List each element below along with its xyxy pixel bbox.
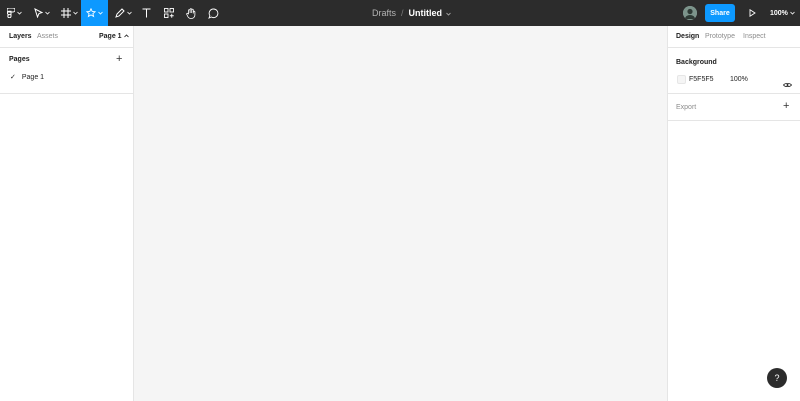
- text-tool-button[interactable]: [139, 0, 153, 26]
- present-button[interactable]: [746, 0, 758, 26]
- pen-tool-button[interactable]: [112, 0, 134, 26]
- page-selector-label: Page 1: [99, 33, 122, 40]
- hand-tool-button[interactable]: [184, 0, 198, 26]
- help-button[interactable]: ?: [767, 368, 787, 388]
- right-panel-tabs: Design Prototype Inspect: [668, 26, 800, 48]
- add-page-plus-icon[interactable]: +: [116, 54, 122, 65]
- chevron-down-icon: [98, 11, 103, 15]
- chevron-down-icon[interactable]: [446, 8, 451, 18]
- resources-button[interactable]: [162, 0, 176, 26]
- tab-layers[interactable]: Layers: [9, 33, 32, 40]
- add-export-plus-icon[interactable]: +: [783, 101, 789, 112]
- pages-title: Pages: [9, 56, 30, 63]
- background-section: Background F5F5F5 100%: [668, 48, 800, 94]
- background-hex-input[interactable]: F5F5F5: [689, 76, 714, 83]
- canvas[interactable]: [134, 26, 667, 401]
- chevron-down-icon: [72, 11, 78, 15]
- tab-design[interactable]: Design: [676, 33, 699, 40]
- chevron-down-icon: [16, 11, 22, 15]
- star-icon: [86, 8, 96, 18]
- frame-tool-button[interactable]: [58, 0, 80, 26]
- comment-icon: [207, 8, 219, 19]
- breadcrumb-drafts-link[interactable]: Drafts: [372, 8, 396, 18]
- page-list-item-label: Page 1: [21, 73, 45, 81]
- tab-assets[interactable]: Assets: [37, 33, 58, 40]
- shape-tool-button[interactable]: [81, 0, 108, 26]
- right-panel: Design Prototype Inspect Background F5F5…: [667, 26, 800, 401]
- visibility-eye-icon[interactable]: [783, 75, 792, 93]
- main-menu-button[interactable]: [4, 0, 24, 26]
- export-title: Export: [676, 104, 697, 111]
- chevron-down-icon: [790, 10, 795, 17]
- background-opacity-input[interactable]: 100%: [730, 76, 748, 83]
- pages-section: Pages + ✓ Page 1: [0, 48, 133, 94]
- tab-prototype[interactable]: Prototype: [705, 33, 735, 40]
- breadcrumb: Drafts / Untitled: [372, 0, 451, 26]
- checkmark-icon: ✓: [10, 74, 16, 81]
- share-button[interactable]: Share: [705, 4, 735, 22]
- left-panel-tabs: Layers Assets Page 1: [0, 26, 133, 48]
- file-title[interactable]: Untitled: [409, 8, 443, 18]
- move-tool-button[interactable]: [31, 0, 53, 26]
- page-selector[interactable]: Page 1: [99, 33, 129, 40]
- hand-icon: [186, 7, 196, 19]
- chevron-down-icon: [126, 11, 132, 15]
- chevron-down-icon: [45, 11, 50, 15]
- frame-hash-icon: [60, 8, 71, 18]
- breadcrumb-separator: /: [401, 8, 404, 18]
- pen-icon: [114, 8, 125, 18]
- background-title: Background: [676, 59, 717, 66]
- tab-inspect[interactable]: Inspect: [743, 33, 766, 40]
- export-section: Export +: [668, 94, 800, 121]
- left-panel: Layers Assets Page 1 Pages + ✓ Page 1: [0, 26, 134, 401]
- text-icon: [142, 8, 151, 18]
- figma-logo-icon: [6, 8, 15, 18]
- resources-icon: [164, 8, 174, 18]
- comment-tool-button[interactable]: [206, 0, 220, 26]
- background-color-swatch[interactable]: [677, 75, 686, 84]
- play-icon: [749, 4, 756, 22]
- zoom-label: 100%: [770, 9, 788, 17]
- zoom-control[interactable]: 100%: [770, 0, 795, 26]
- top-toolbar: Drafts / Untitled Share 100%: [0, 0, 800, 26]
- cursor-icon: [34, 8, 43, 18]
- page-list-item[interactable]: ✓ Page 1: [10, 73, 45, 82]
- chevron-up-icon: [123, 33, 129, 40]
- avatar[interactable]: [683, 6, 697, 20]
